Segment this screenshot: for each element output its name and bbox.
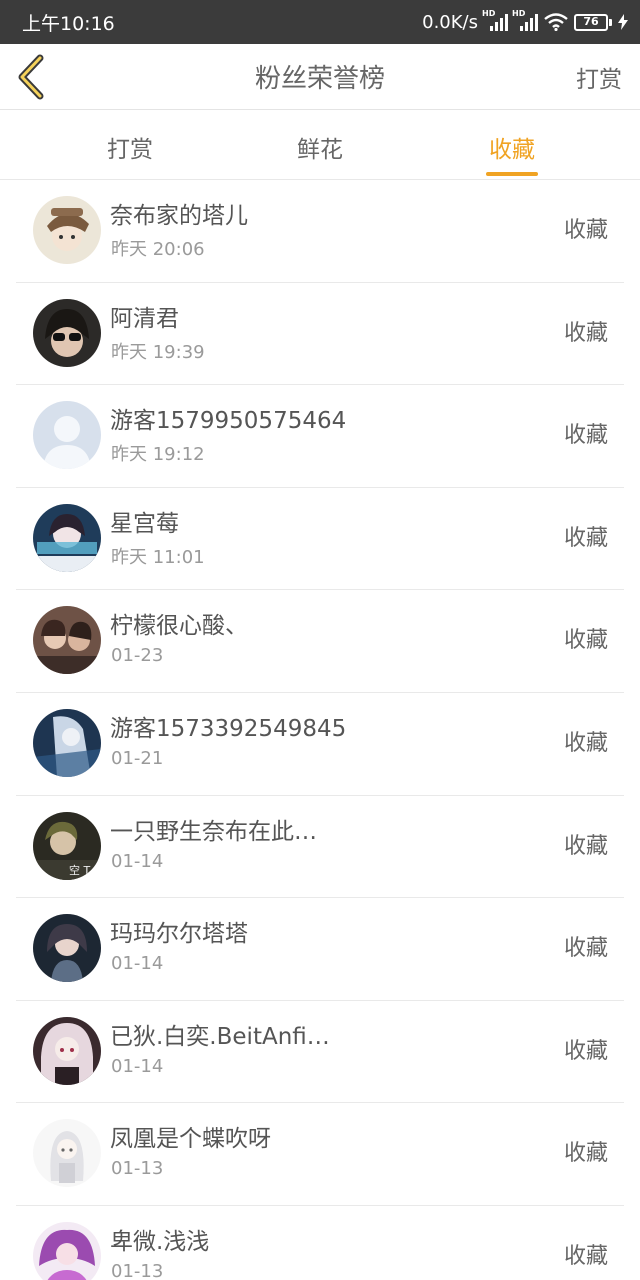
fan-action-label: 收藏 xyxy=(563,730,608,756)
avatar[interactable] xyxy=(33,1221,101,1280)
hd-label: HD xyxy=(512,9,526,18)
active-tab-indicator xyxy=(486,172,538,176)
list-item[interactable]: 空 T 一只野生奈布在此… 01-14 收藏 xyxy=(16,796,624,899)
list-item[interactable]: 游客1579950575464 昨天 19:12 收藏 xyxy=(16,385,624,488)
fan-time: 01-13 xyxy=(111,1158,164,1180)
avatar[interactable] xyxy=(33,196,101,264)
fan-time: 昨天 19:12 xyxy=(111,444,205,466)
list-item[interactable]: 柠檬很心酸、 01-23 收藏 xyxy=(16,590,624,693)
svg-text:空 T: 空 T xyxy=(69,863,90,877)
fan-time: 01-14 xyxy=(111,1055,164,1077)
avatar[interactable] xyxy=(33,914,101,983)
wifi-icon xyxy=(544,13,568,31)
fan-action-label: 收藏 xyxy=(563,833,608,859)
list-item[interactable]: 凤凰是个蝶吹呀 01-13 收藏 xyxy=(16,1103,624,1206)
fan-action-label: 收藏 xyxy=(563,218,608,243)
avatar[interactable] xyxy=(33,606,101,675)
fan-time: 01-23 xyxy=(111,645,164,667)
fan-name: 一只野生奈布在此… xyxy=(110,818,317,845)
fan-list: 奈布家的塔儿 昨天 20:06 收藏 阿清君 昨天 19:39 收藏 游客157… xyxy=(0,180,640,1280)
list-item[interactable]: 奈布家的塔儿 昨天 20:06 收藏 xyxy=(16,180,624,283)
network-speed: 0.0K/s xyxy=(422,11,478,33)
fan-time: 01-21 xyxy=(111,747,164,769)
list-item[interactable]: 玛玛尔尔塔塔 01-14 收藏 xyxy=(16,898,624,1001)
fan-time: 01-14 xyxy=(111,953,164,975)
fan-action-label: 收藏 xyxy=(563,525,608,551)
status-time: 上午10:16 xyxy=(22,13,115,35)
signal-icon: HD xyxy=(482,9,508,31)
fan-name: 卑微.浅浅 xyxy=(110,1228,210,1255)
fan-action-label: 收藏 xyxy=(563,628,608,654)
hd-label: HD xyxy=(482,9,496,18)
tab-flowers[interactable]: 鲜花 xyxy=(260,130,380,164)
nav-bar: 粉丝荣誉榜 打赏 xyxy=(0,44,640,110)
fan-time: 01-14 xyxy=(111,850,164,872)
fan-action-label: 收藏 xyxy=(563,320,608,346)
fan-time: 昨天 19:39 xyxy=(111,341,205,363)
signal-icon: HD xyxy=(512,9,538,31)
fan-time: 01-13 xyxy=(111,1260,164,1280)
fan-name: 奈布家的塔儿 xyxy=(110,203,248,229)
fan-name: 游客1573392549845 xyxy=(110,715,347,742)
charging-icon xyxy=(618,14,628,30)
fan-name: 柠檬很心酸、 xyxy=(110,613,248,640)
avatar[interactable] xyxy=(33,298,101,367)
tab-bar: 打赏 鲜花 收藏 xyxy=(0,110,640,180)
status-indicators: 0.0K/s HD HD 76 xyxy=(422,8,628,36)
fan-name: 阿清君 xyxy=(110,305,179,332)
fan-action-label: 收藏 xyxy=(563,423,608,449)
avatar[interactable] xyxy=(33,708,101,777)
avatar[interactable]: 空 T xyxy=(33,811,101,880)
list-item[interactable]: 游客1573392549845 01-21 收藏 xyxy=(16,693,624,796)
avatar[interactable] xyxy=(33,401,101,470)
fan-name: 玛玛尔尔塔塔 xyxy=(110,921,248,948)
status-bar: 上午10:16 0.0K/s HD HD 76 xyxy=(0,0,640,44)
fan-action-label: 收藏 xyxy=(563,936,608,962)
battery-level: 76 xyxy=(583,14,599,28)
fan-name: 凤凰是个蝶吹呀 xyxy=(110,1126,271,1153)
list-item[interactable]: 卑微.浅浅 01-13 收藏 xyxy=(16,1206,624,1280)
page-title: 粉丝荣誉榜 xyxy=(254,64,385,94)
list-item[interactable]: 星宫莓 昨天 11:01 收藏 xyxy=(16,488,624,591)
fan-time: 昨天 11:01 xyxy=(111,546,205,568)
fan-name: 游客1579950575464 xyxy=(110,408,347,435)
fan-name: 已狄.白奕.BeitAnfi… xyxy=(110,1023,330,1050)
list-item[interactable]: 阿清君 昨天 19:39 收藏 xyxy=(16,283,624,386)
reward-button[interactable]: 打赏 xyxy=(576,60,622,94)
list-item[interactable]: 已狄.白奕.BeitAnfi… 01-14 收藏 xyxy=(16,1001,624,1104)
tab-reward[interactable]: 打赏 xyxy=(70,130,190,164)
tab-favorites[interactable]: 收藏 xyxy=(452,130,572,164)
fan-action-label: 收藏 xyxy=(563,1243,608,1269)
avatar[interactable] xyxy=(33,1119,101,1188)
fan-action-label: 收藏 xyxy=(563,1038,608,1064)
avatar[interactable] xyxy=(33,1016,101,1085)
battery-icon: 76 xyxy=(574,13,612,31)
fan-time: 昨天 20:06 xyxy=(111,239,205,260)
avatar[interactable] xyxy=(33,503,101,572)
fan-name: 星宫莓 xyxy=(110,510,179,537)
fan-action-label: 收藏 xyxy=(563,1141,608,1167)
